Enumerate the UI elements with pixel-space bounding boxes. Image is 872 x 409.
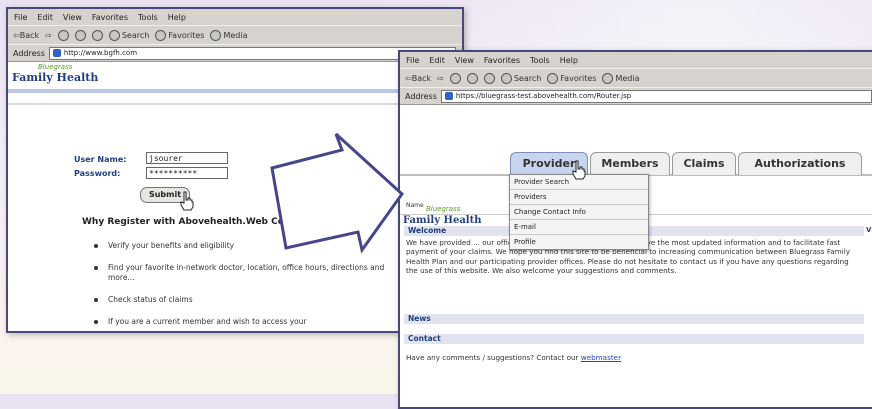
header-divider <box>8 89 462 93</box>
menu-favorites[interactable]: Favorites <box>484 56 520 65</box>
address-field[interactable]: https://bluegrass-test.abovehealth.com/R… <box>440 89 872 103</box>
divider <box>8 103 462 105</box>
tab-members[interactable]: Members <box>590 152 670 175</box>
favorites-icon <box>155 29 167 41</box>
list-item: Check status of claims <box>94 295 404 305</box>
news-heading: News <box>404 314 864 324</box>
menu-help[interactable]: Help <box>168 13 186 22</box>
menu-file[interactable]: File <box>14 13 27 22</box>
username-input[interactable]: jsourer <box>146 152 228 164</box>
menu-view[interactable]: View <box>63 13 82 22</box>
username-label: User Name: <box>74 155 127 164</box>
menu-view[interactable]: View <box>455 56 474 65</box>
search-icon <box>108 29 120 41</box>
menu-bar: File Edit View Favorites Tools Help <box>8 9 462 25</box>
hand-cursor-icon <box>180 191 194 211</box>
search-icon <box>500 72 512 84</box>
menu-item-profile[interactable]: Profile <box>510 235 648 249</box>
list-item: If you are a current member and wish to … <box>94 317 404 327</box>
password-label: Password: <box>74 169 121 178</box>
address-url: https://bluegrass-test.abovehealth.com/R… <box>455 92 632 100</box>
home-icon[interactable] <box>91 29 103 41</box>
edge-label: V <box>866 226 872 234</box>
forward-button[interactable]: ⇨ <box>437 74 444 83</box>
menu-edit[interactable]: Edit <box>37 13 53 22</box>
back-button[interactable]: ⇦Back <box>405 74 431 83</box>
media-icon <box>602 72 614 84</box>
forward-button[interactable]: ⇨ <box>45 31 52 40</box>
address-bar: Address https://bluegrass-test.aboveheal… <box>400 87 872 105</box>
menu-tools[interactable]: Tools <box>530 56 550 65</box>
webmaster-link[interactable]: webmaster <box>581 353 621 362</box>
address-label: Address <box>405 91 437 101</box>
stop-icon[interactable] <box>57 29 69 41</box>
provider-dropdown-menu: Provider Search Providers Change Contact… <box>509 174 649 250</box>
search-button[interactable]: Search <box>108 29 149 41</box>
menu-file[interactable]: File <box>406 56 419 65</box>
address-bar: Address http://www.bgfh.com <box>8 44 462 62</box>
menu-bar: File Edit View Favorites Tools Help <box>400 52 872 68</box>
search-button[interactable]: Search <box>500 72 541 84</box>
favorites-button[interactable]: Favorites <box>155 29 204 41</box>
menu-item-email[interactable]: E-mail <box>510 220 648 235</box>
ie-icon <box>52 49 61 57</box>
refresh-icon[interactable] <box>466 72 478 84</box>
media-button[interactable]: Media <box>602 72 639 84</box>
menu-favorites[interactable]: Favorites <box>92 13 128 22</box>
menu-tools[interactable]: Tools <box>138 13 158 22</box>
menu-item-providers[interactable]: Providers <box>510 190 648 205</box>
contact-text: Have any comments / suggestions? Contact… <box>406 353 622 362</box>
pointer-arrow-icon <box>270 132 404 254</box>
logo-title: Family Health <box>403 215 482 226</box>
menu-help[interactable]: Help <box>560 56 578 65</box>
tab-authorizations[interactable]: Authorizations <box>738 152 862 175</box>
list-item: Find your favorite in-network doctor, lo… <box>94 263 404 283</box>
media-button[interactable]: Media <box>210 29 247 41</box>
logo-tagline: Bluegrass <box>38 63 73 71</box>
logo-title: Family Health <box>12 71 99 84</box>
stop-icon[interactable] <box>449 72 461 84</box>
ie-icon <box>444 92 453 100</box>
address-label: Address <box>13 48 45 58</box>
address-field[interactable]: http://www.bgfh.com <box>48 46 456 60</box>
toolbar: ⇦Back ⇨ Search Favorites Media <box>400 68 872 87</box>
favorites-icon <box>547 72 559 84</box>
password-input[interactable]: ********** <box>146 167 228 179</box>
address-url: http://www.bgfh.com <box>63 49 138 57</box>
menu-edit[interactable]: Edit <box>429 56 445 65</box>
tab-claims[interactable]: Claims <box>672 152 736 175</box>
favorites-button[interactable]: Favorites <box>547 72 596 84</box>
refresh-icon[interactable] <box>74 29 86 41</box>
menu-item-change-contact-info[interactable]: Change Contact Info <box>510 205 648 220</box>
logo-tagline: Bluegrass <box>426 205 461 213</box>
browser-window-provider: File Edit View Favorites Tools Help ⇦Bac… <box>398 50 872 409</box>
hand-cursor-icon <box>572 160 586 180</box>
media-icon <box>210 29 222 41</box>
contact-heading: Contact <box>404 334 864 344</box>
nav-tabs: Provider Members Claims Authorizations <box>400 144 872 176</box>
home-icon[interactable] <box>483 72 495 84</box>
back-button[interactable]: ⇦Back <box>13 31 39 40</box>
toolbar: ⇦Back ⇨ Search Favorites Media <box>8 25 462 44</box>
